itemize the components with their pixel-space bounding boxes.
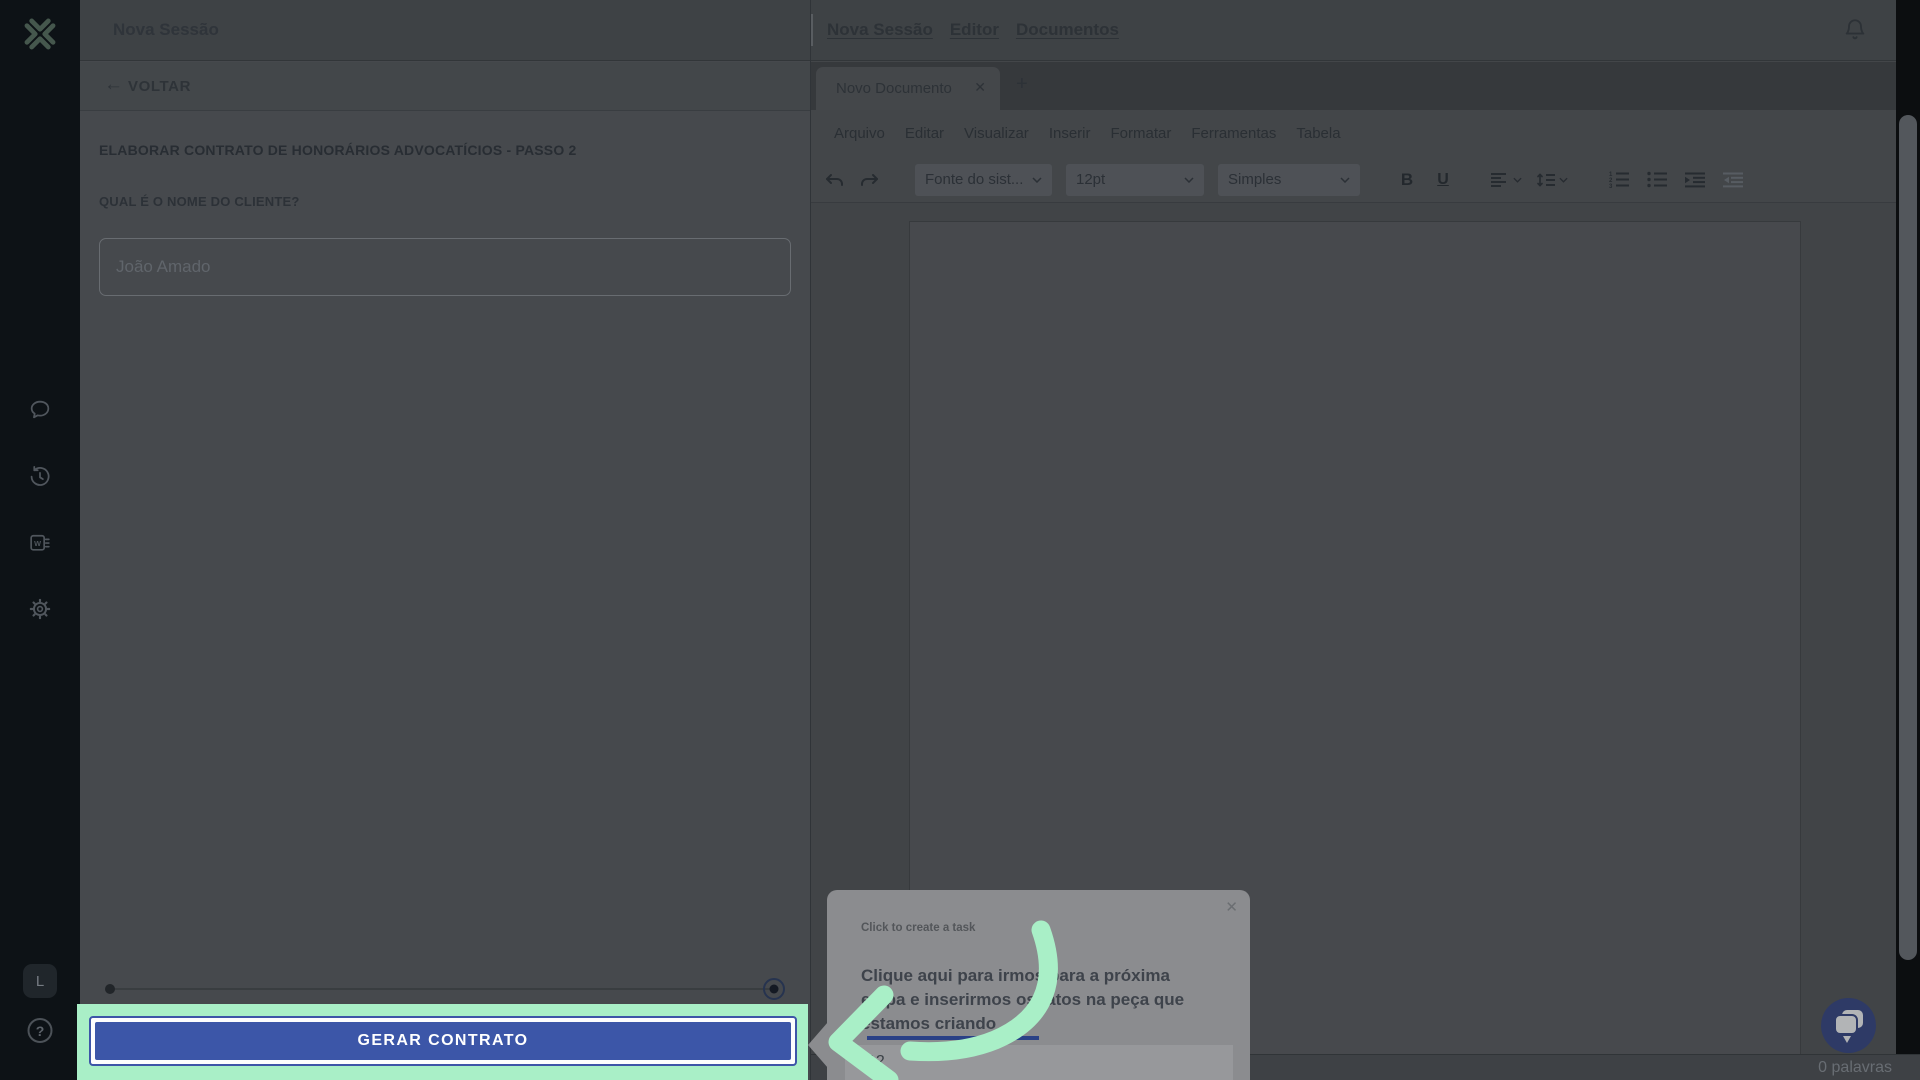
- tutorial-tooltip: ✕ Click to create a task Clique aqui par…: [827, 890, 1250, 1080]
- undo-icon[interactable]: [819, 165, 849, 195]
- generate-button-frame: GERAR CONTRATO: [89, 1016, 797, 1066]
- editor-top-header: Nova Sessão Editor Documentos: [811, 0, 1920, 61]
- tooltip-message: Clique aqui para irmos para a próxima et…: [861, 964, 1191, 1036]
- menu-ferramentas[interactable]: Ferramentas: [1191, 125, 1276, 142]
- editor-tab-row: Novo Documento ✕ +: [811, 62, 1920, 110]
- tab-close-icon[interactable]: ✕: [974, 79, 986, 96]
- document-tab-label: Novo Documento: [836, 80, 952, 97]
- menu-editar[interactable]: Editar: [905, 125, 944, 142]
- notifications-bell-icon[interactable]: [1842, 16, 1868, 44]
- block-style-value: Simples: [1228, 171, 1281, 188]
- chevron-down-icon: [1513, 177, 1522, 183]
- step-progress-current-radio[interactable]: [763, 978, 785, 1000]
- align-left-icon: [1490, 172, 1510, 188]
- support-chat-launcher[interactable]: [1821, 998, 1876, 1053]
- chevron-down-icon: [1559, 177, 1568, 183]
- bold-button[interactable]: B: [1392, 165, 1422, 195]
- question-label: QUAL É O NOME DO CLIENTE?: [99, 194, 300, 209]
- step-progress-track: [112, 988, 774, 990]
- step-heading: ELABORAR CONTRATO DE HONORÁRIOS ADVOCATÍ…: [99, 142, 719, 158]
- back-button[interactable]: VOLTAR: [128, 78, 191, 95]
- session-title: Nova Sessão: [113, 20, 219, 40]
- chat-icon[interactable]: [28, 397, 53, 422]
- document-tab[interactable]: Novo Documento ✕: [816, 67, 1000, 110]
- header-divider: [811, 14, 813, 46]
- scrollbar-track[interactable]: [1896, 0, 1920, 1054]
- svg-text:W: W: [34, 539, 41, 548]
- generate-contract-button[interactable]: GERAR CONTRATO: [95, 1022, 791, 1060]
- menu-tabela[interactable]: Tabela: [1296, 125, 1340, 142]
- brand-logo-icon: [21, 15, 59, 53]
- menu-formatar[interactable]: Formatar: [1111, 125, 1172, 142]
- editor-toolbar: Fonte do sist... 12pt Simples B U: [811, 157, 1920, 203]
- tooltip-beak: [808, 1022, 828, 1068]
- back-row[interactable]: ← VOLTAR: [80, 62, 810, 111]
- scrollbar-thumb[interactable]: [1899, 115, 1917, 960]
- tooltip-step-counter: 12: [867, 1053, 885, 1071]
- tooltip-step-row[interactable]: 12: [845, 1045, 1233, 1080]
- tutorial-highlight-box: GERAR CONTRATO: [77, 1004, 808, 1080]
- user-avatar[interactable]: L: [23, 964, 57, 998]
- session-header: Nova Sessão: [80, 0, 810, 61]
- back-arrow-icon[interactable]: ←: [104, 74, 123, 96]
- menu-arquivo[interactable]: Arquivo: [834, 125, 885, 142]
- numbered-list-icon[interactable]: 123: [1604, 165, 1634, 195]
- session-panel: Nova Sessão ← VOLTAR ELABORAR CONTRATO D…: [80, 0, 810, 1080]
- word-document-icon[interactable]: W: [28, 530, 53, 555]
- client-name-input[interactable]: [99, 238, 791, 296]
- step-progress-start-dot: [105, 984, 115, 994]
- redo-icon[interactable]: [855, 165, 885, 195]
- font-size-value: 12pt: [1076, 171, 1105, 188]
- menu-inserir[interactable]: Inserir: [1049, 125, 1091, 142]
- indent-icon[interactable]: [1680, 165, 1710, 195]
- block-style-select[interactable]: Simples: [1218, 164, 1360, 196]
- outdent-icon[interactable]: [1718, 165, 1748, 195]
- font-family-value: Fonte do sist...: [925, 171, 1023, 188]
- font-size-select[interactable]: 12pt: [1066, 164, 1204, 196]
- top-nav: Nova Sessão Editor Documentos: [827, 20, 1119, 40]
- menu-visualizar[interactable]: Visualizar: [964, 125, 1029, 142]
- nav-link-documentos[interactable]: Documentos: [1016, 20, 1119, 40]
- chevron-down-icon: [1184, 177, 1194, 183]
- nav-link-nova-sessao[interactable]: Nova Sessão: [827, 20, 933, 40]
- chevron-down-icon: [1340, 177, 1350, 183]
- tooltip-close-icon[interactable]: ✕: [1225, 898, 1238, 916]
- icon-sidebar: W L ?: [0, 0, 80, 1080]
- history-icon[interactable]: [27, 464, 53, 490]
- settings-gear-icon[interactable]: [27, 596, 53, 622]
- chevron-down-icon: [1032, 177, 1042, 183]
- tooltip-progress-bar: [867, 1036, 1039, 1040]
- word-count: 0 palavras: [1818, 1059, 1892, 1077]
- editor-menubar: Arquivo Editar Visualizar Inserir Format…: [811, 110, 1920, 157]
- underline-button[interactable]: U: [1428, 165, 1458, 195]
- tooltip-kicker: Click to create a task: [861, 922, 975, 934]
- tab-add-icon[interactable]: +: [1016, 73, 1028, 96]
- bullet-list-icon[interactable]: [1642, 165, 1672, 195]
- line-height-icon: [1536, 172, 1556, 188]
- nav-link-editor[interactable]: Editor: [950, 20, 999, 40]
- align-select[interactable]: [1490, 172, 1522, 188]
- line-height-select[interactable]: [1536, 172, 1568, 188]
- svg-text:3: 3: [1609, 184, 1613, 189]
- app-window: W L ? Nova Sessão ← VOLTAR: [0, 0, 1920, 1080]
- font-family-select[interactable]: Fonte do sist...: [915, 164, 1052, 196]
- help-icon[interactable]: ?: [28, 1018, 53, 1043]
